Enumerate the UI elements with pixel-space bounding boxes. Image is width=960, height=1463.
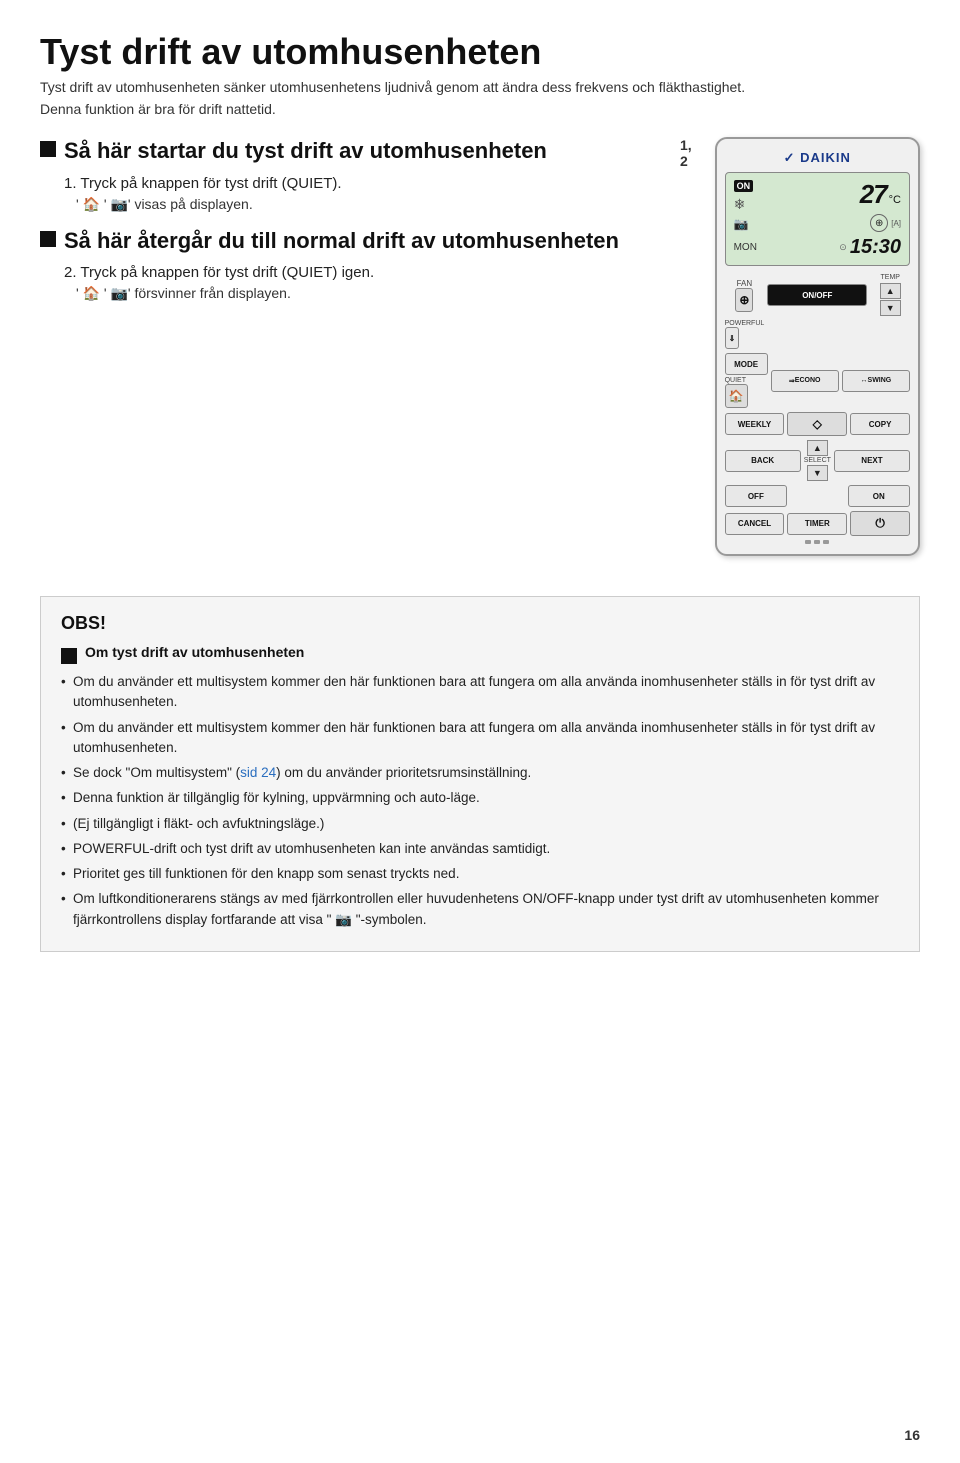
- diamond-btn[interactable]: ◇: [787, 412, 847, 436]
- quiet-label: QUIET: [725, 377, 746, 384]
- quiet-icon-2: 🏠: [83, 285, 100, 301]
- main-title: Tyst drift av utomhusenheten: [40, 30, 920, 73]
- obs-bullets: Om du använder ett multisystem kommer de…: [61, 672, 899, 930]
- temp-down-btn[interactable]: ▼: [880, 300, 901, 316]
- mode-btn[interactable]: MODE: [725, 353, 768, 375]
- section1-bullet1: 🏠 ' 📷' visas på displayen.: [76, 196, 660, 213]
- obs-bullet-3: Se dock "Om multisystem" (sid 24) om du …: [61, 763, 899, 783]
- quiet-btn[interactable]: 🏠: [725, 384, 748, 408]
- display-top: ON ❄ 📷 27 °C ⊕: [734, 179, 901, 232]
- off-btn[interactable]: OFF: [725, 485, 787, 507]
- page-container: Tyst drift av utomhusenheten Tyst drift …: [0, 0, 960, 992]
- section1-header: Så här startar du tyst drift av utomhuse…: [40, 137, 660, 165]
- remote-control: DAIKIN ON ❄ 📷 27: [715, 137, 920, 556]
- weekly-btn[interactable]: WEEKLY: [725, 413, 785, 435]
- on-off-btn[interactable]: ON/OFF: [767, 284, 867, 306]
- display-fan-icon: ⊕: [870, 214, 888, 232]
- on-btn[interactable]: ON: [848, 485, 910, 507]
- label-12: 1, 2: [680, 137, 703, 169]
- section2-header: Så här återgår du till normal drift av u…: [40, 227, 660, 255]
- black-square-2: [40, 231, 56, 247]
- obs-bullet-8: Om luftkonditionerarens stängs av med fj…: [61, 889, 899, 930]
- copy-btn[interactable]: COPY: [850, 413, 910, 435]
- section1-title: Så här startar du tyst drift av utomhuse…: [64, 137, 547, 165]
- fan-btn[interactable]: ⊕: [735, 288, 753, 312]
- powerful-label: POWERFUL: [725, 320, 765, 327]
- subtitle-text: Tyst drift av utomhusenheten sänker utom…: [40, 79, 920, 95]
- indicator-dot-3: [823, 540, 829, 544]
- select-up-btn[interactable]: ▲: [807, 440, 828, 456]
- remote-buttons: FAN ⊕ ON/OFF TEMP ▲ ▼: [725, 274, 910, 544]
- obs-bullet-7: Prioritet ges till funktionen för den kn…: [61, 864, 899, 884]
- temp-section: TEMP ▲ ▼: [870, 274, 910, 316]
- next-btn[interactable]: NEXT: [834, 450, 910, 472]
- display-temp: 27: [860, 179, 887, 210]
- intro-text: Denna funktion är bra för drift nattetid…: [40, 101, 920, 117]
- content-area: Så här startar du tyst drift av utomhuse…: [40, 137, 920, 556]
- cancel-row: CANCEL TIMER ⏻: [725, 511, 910, 536]
- obs-bullet-2: Om du använder ett multisystem kommer de…: [61, 718, 899, 759]
- timer-btn[interactable]: TIMER: [787, 513, 847, 535]
- section1-step1: 1. Tryck på knappen för tyst drift (QUIE…: [64, 175, 660, 192]
- remote-brand: DAIKIN: [725, 149, 910, 166]
- indicator-dot-1: [805, 540, 811, 544]
- display-unit: °C: [889, 194, 901, 206]
- black-square-obs: [61, 648, 77, 664]
- left-content: Så här startar du tyst drift av utomhuse…: [40, 137, 660, 556]
- off-on-row: OFF ON: [725, 485, 910, 507]
- section2-title: Så här återgår du till normal drift av u…: [64, 227, 619, 255]
- obs-bullet-5: (Ej tillgängligt i fläkt- och avfuktning…: [61, 814, 899, 834]
- obs-header: Om tyst drift av utomhusenheten: [61, 644, 899, 664]
- snowflake-icon: ❄: [734, 196, 754, 213]
- display-time: 15:30: [850, 236, 901, 259]
- remote-display: ON ❄ 📷 27 °C ⊕: [725, 172, 910, 266]
- camera-icon: 📷: [734, 217, 754, 231]
- powerful-btn[interactable]: ⇓: [725, 327, 740, 349]
- obs-bullet-4: Denna funktion är tillgänglig för kylnin…: [61, 788, 899, 808]
- quiet-icon-1: 🏠: [83, 196, 100, 212]
- display-bottom: MON ⊙ 15:30: [734, 236, 901, 259]
- back-row: BACK ▲ SELECT ▼ NEXT: [725, 440, 910, 481]
- select-label: SELECT: [804, 457, 831, 464]
- power-icon-btn[interactable]: ⏻: [850, 511, 910, 536]
- fan-label: FAN: [737, 279, 753, 288]
- back-btn[interactable]: BACK: [725, 450, 801, 472]
- temp-label: TEMP: [881, 274, 900, 281]
- indicator-row: [725, 540, 910, 544]
- obs-section-title: Om tyst drift av utomhusenheten: [85, 644, 304, 660]
- obs-title: OBS!: [61, 613, 899, 634]
- remote-wrapper: 1, 2 DAIKIN ON ❄ 📷: [680, 137, 920, 556]
- right-content: 1, 2 DAIKIN ON ❄ 📷: [680, 137, 920, 556]
- obs-link[interactable]: sid 24: [240, 765, 276, 780]
- up-down-group: ▲ ▼: [880, 283, 901, 316]
- swing-icon: ↔: [861, 377, 868, 384]
- cancel-btn[interactable]: CANCEL: [725, 513, 785, 535]
- swing-btn[interactable]: ↔ SWING: [842, 370, 910, 392]
- obs-section: OBS! Om tyst drift av utomhusenheten Om …: [40, 596, 920, 952]
- indicator-dot-2: [814, 540, 820, 544]
- black-square-1: [40, 141, 56, 157]
- econo-btn[interactable]: ⇒ ECONO: [771, 370, 839, 392]
- display-mon: MON: [734, 242, 757, 253]
- section2-bullet1: 🏠 ' 📷' försvinner från displayen.: [76, 285, 660, 302]
- select-down-btn[interactable]: ▼: [807, 465, 828, 481]
- section2-step1: 2. Tryck på knappen för tyst drift (QUIE…: [64, 264, 660, 281]
- weekly-row: WEEKLY ◇ COPY: [725, 412, 910, 436]
- fan-row: FAN ⊕ ON/OFF TEMP ▲ ▼: [725, 274, 910, 316]
- temp-up-btn[interactable]: ▲: [880, 283, 901, 299]
- obs-bullet-6: POWERFUL-drift och tyst drift av utomhus…: [61, 839, 899, 859]
- mode-econo-row: MODE QUIET 🏠 ⇒ ECONO: [725, 353, 910, 408]
- label-area: 1, 2: [680, 137, 715, 449]
- obs-bullet-1: Om du använder ett multisystem kommer de…: [61, 672, 899, 713]
- daikin-logo: DAIKIN: [784, 150, 851, 165]
- display-on-label: ON: [734, 180, 754, 192]
- page-number: 16: [904, 1427, 920, 1443]
- powerful-row: POWERFUL ⇓: [725, 320, 910, 349]
